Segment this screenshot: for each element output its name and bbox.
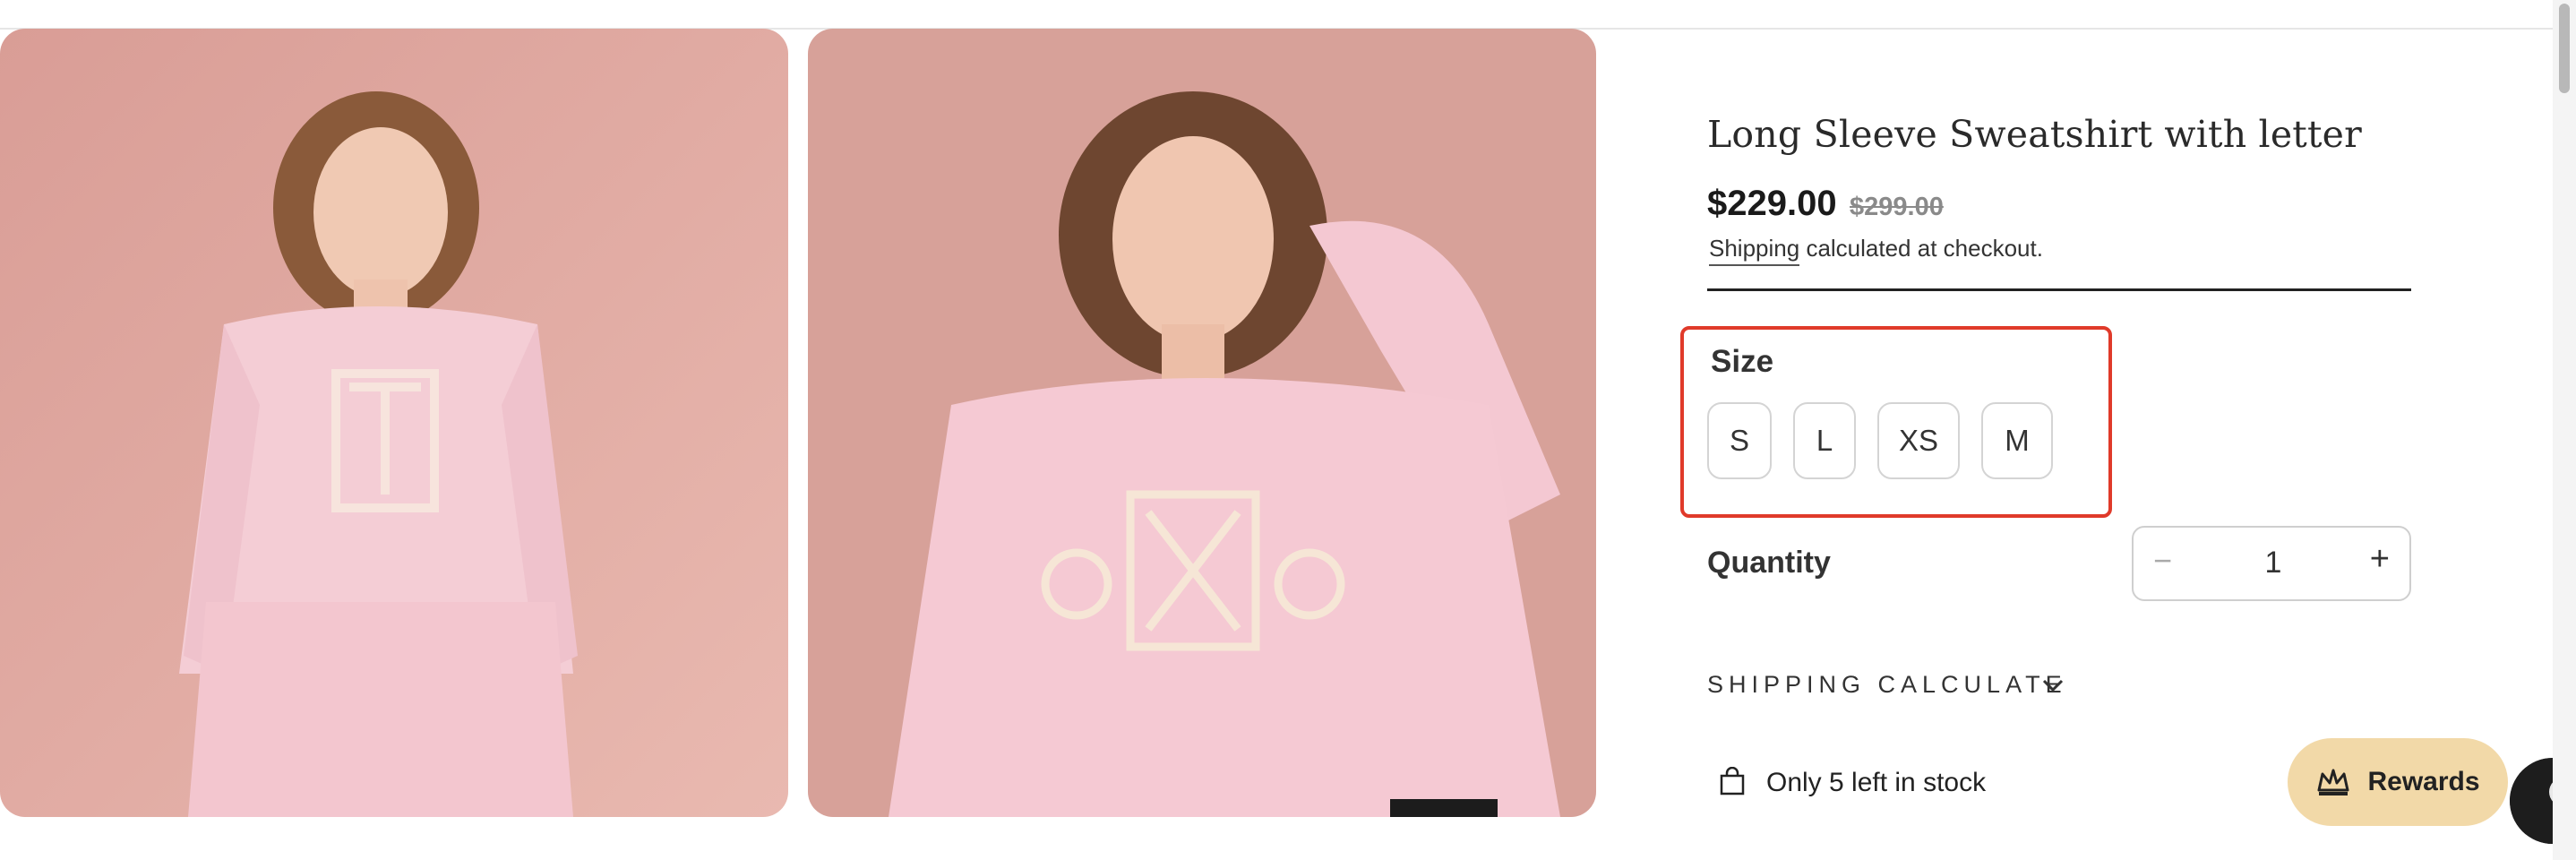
size-option-s[interactable]: S	[1707, 402, 1772, 479]
scrollbar-thumb[interactable]	[2559, 4, 2570, 93]
rewards-button[interactable]: Rewards	[2288, 738, 2508, 826]
shipping-link[interactable]: Shipping	[1709, 235, 1800, 266]
product-title: Long Sleeve Sweatshirt with letter	[1707, 113, 2362, 156]
sale-price: $229.00	[1707, 184, 1837, 223]
shipping-info: Shipping calculated at checkout.	[1709, 235, 2043, 266]
top-bar	[0, 0, 2553, 30]
size-label: Size	[1711, 344, 1774, 379]
shipping-note: calculated at checkout.	[1806, 235, 2043, 262]
stock-status: Only 5 left in stock	[1766, 768, 1987, 797]
scrollbar[interactable]	[2553, 0, 2576, 860]
shopping-bag-icon	[1720, 767, 1745, 796]
shipping-calculate-toggle[interactable]: SHIPPING CALCULATE	[1707, 671, 2067, 699]
product-photo-front	[0, 29, 788, 817]
product-image-2[interactable]	[808, 29, 1596, 817]
rewards-label: Rewards	[2367, 767, 2480, 796]
product-image-1[interactable]	[0, 29, 788, 817]
chevron-down-icon[interactable]	[2040, 675, 2065, 695]
quantity-increase-button[interactable]: +	[2370, 540, 2390, 579]
size-option-l[interactable]: L	[1793, 402, 1856, 479]
product-photo-closeup	[808, 29, 1596, 817]
size-option-m[interactable]: M	[1981, 402, 2053, 479]
crown-icon	[2317, 769, 2349, 796]
quantity-label: Quantity	[1707, 546, 1831, 580]
size-option-xs[interactable]: XS	[1877, 402, 1960, 479]
compare-price: $299.00	[1850, 193, 1944, 221]
quantity-stepper: − 1 +	[2132, 526, 2411, 601]
price-row: $229.00 $299.00	[1707, 184, 1944, 224]
divider	[1707, 288, 2411, 291]
